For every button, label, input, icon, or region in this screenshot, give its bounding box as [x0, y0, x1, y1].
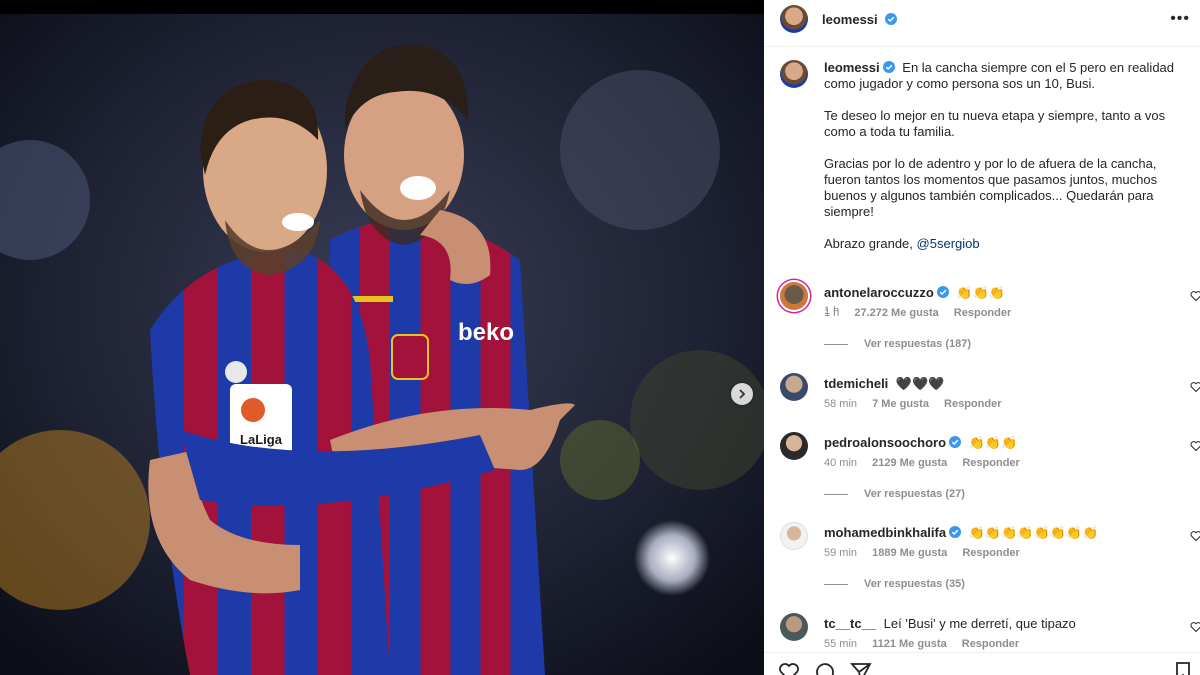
comment-text: 👏👏👏👏👏👏👏👏	[968, 525, 1099, 540]
comment-username[interactable]: tdemicheli	[824, 376, 888, 391]
comment-bubble-icon[interactable]	[814, 661, 836, 675]
heart-icon[interactable]	[1190, 440, 1200, 452]
view-replies-button[interactable]: Ver respuestas (27)	[824, 488, 965, 500]
chevron-right-icon	[739, 389, 746, 399]
like-heart-icon[interactable]	[778, 661, 800, 675]
post-photo[interactable]: beko LaLiga	[0, 0, 764, 675]
more-options-button[interactable]: •••	[1170, 10, 1190, 28]
reply-button[interactable]: Responder	[962, 547, 1019, 559]
comment-username[interactable]: tc__tc__	[824, 616, 876, 631]
caption-username[interactable]: leomessi	[824, 60, 880, 75]
comment-username[interactable]: antonelaroccuzzo	[824, 285, 934, 300]
heart-icon[interactable]	[1190, 530, 1200, 542]
comment-likes[interactable]: 1889 Me gusta	[872, 547, 947, 559]
photo-top-strip	[0, 0, 764, 14]
verified-badge-icon	[885, 13, 898, 25]
post-photo-illustration: beko LaLiga	[0, 0, 764, 675]
comment-text: 🖤🖤🖤	[895, 376, 945, 391]
heart-icon[interactable]	[1190, 290, 1200, 302]
replies-divider	[824, 493, 848, 495]
verified-badge-icon	[936, 286, 949, 298]
reply-button[interactable]: Responder	[954, 307, 1011, 319]
post-action-bar	[764, 652, 1200, 675]
view-replies-label: Ver respuestas (27)	[864, 488, 965, 500]
next-photo-button[interactable]	[731, 383, 753, 405]
view-replies-button[interactable]: Ver respuestas (187)	[824, 338, 971, 350]
comment-timestamp: 59 min	[824, 547, 858, 559]
jersey-sponsor-text: beko	[458, 319, 514, 346]
view-replies-label: Ver respuestas (187)	[864, 338, 972, 350]
caption-paragraph: Te deseo lo mejor en tu nueva etapa y si…	[824, 108, 1166, 139]
comment-timestamp: 58 min	[824, 398, 858, 410]
verified-badge-icon	[882, 61, 895, 73]
comment-username[interactable]: pedroalonsoochoro	[824, 435, 946, 450]
comment-username[interactable]: mohamedbinkhalifa	[824, 525, 946, 540]
avatar[interactable]	[780, 5, 808, 33]
reply-button[interactable]: Responder	[944, 398, 1001, 410]
laliga-badge-text: LaLiga	[240, 432, 283, 447]
view-replies-label: Ver respuestas (35)	[864, 578, 965, 590]
avatar[interactable]	[780, 60, 808, 88]
reply-button[interactable]: Responder	[962, 638, 1019, 650]
comment-likes[interactable]: 27.272 Me gusta	[854, 307, 938, 319]
avatar[interactable]	[780, 282, 808, 310]
avatar[interactable]	[780, 373, 808, 401]
post-side-panel: leomessi ••• leomessi En la cancha siemp…	[764, 0, 1200, 675]
comment-likes[interactable]: 1121 Me gusta	[872, 638, 947, 650]
comment-text: Leí 'Busi' y me derretí, que tipazo	[883, 616, 1076, 631]
caption-closing: Abrazo grande,	[824, 236, 913, 251]
heart-icon[interactable]	[1190, 381, 1200, 393]
replies-divider	[824, 583, 848, 585]
save-bookmark-icon[interactable]	[1172, 661, 1194, 675]
replies-divider	[824, 343, 848, 345]
heart-icon[interactable]	[1190, 621, 1200, 633]
comment-timestamp: 55 min	[824, 638, 858, 650]
view-replies-button[interactable]: Ver respuestas (35)	[824, 578, 965, 590]
avatar[interactable]	[780, 432, 808, 460]
caption-paragraph: Gracias por lo de adentro y por lo de af…	[824, 156, 1158, 219]
comment-timestamp: 1 h	[824, 307, 840, 319]
reply-button[interactable]: Responder	[962, 457, 1019, 469]
avatar[interactable]	[780, 613, 808, 641]
caption-text: leomessi En la cancha siempre con el 5 p…	[824, 60, 1194, 252]
comment-text: 👏👏👏	[968, 435, 1018, 450]
avatar[interactable]	[780, 522, 808, 550]
verified-badge-icon	[949, 436, 962, 448]
mention-link[interactable]: @5sergiob	[917, 236, 980, 251]
post-header: leomessi •••	[764, 0, 1200, 47]
comment-likes[interactable]: 2129 Me gusta	[872, 457, 947, 469]
comment-timestamp: 40 min	[824, 457, 858, 469]
comment-text: 👏👏👏	[956, 285, 1005, 300]
share-paper-plane-icon[interactable]	[850, 661, 872, 675]
post-author: leomessi	[822, 11, 898, 29]
comment-likes[interactable]: 7 Me gusta	[872, 398, 929, 410]
username-link[interactable]: leomessi	[822, 12, 878, 27]
verified-badge-icon	[949, 526, 962, 538]
